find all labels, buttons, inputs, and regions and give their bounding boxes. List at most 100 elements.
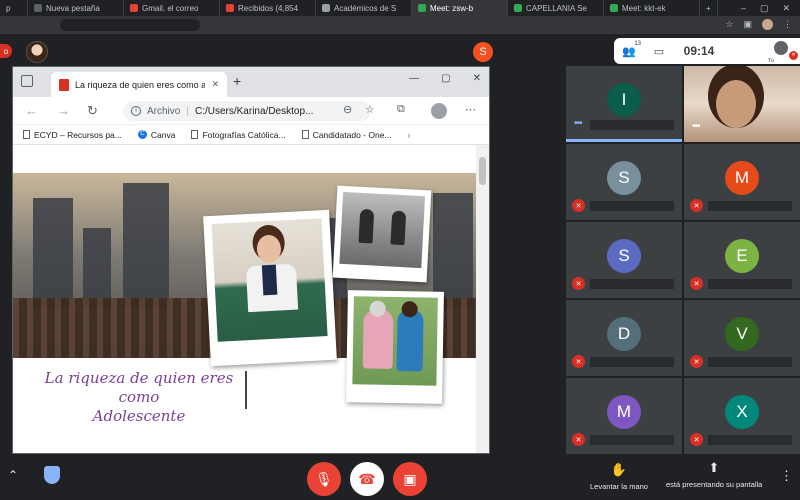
- refresh-icon[interactable]: ↻: [87, 103, 98, 119]
- pdf-scrollbar[interactable]: [476, 145, 489, 453]
- chrome-menu-icon[interactable]: ⋮: [783, 19, 792, 30]
- participant-tile[interactable]: E ✕: [684, 222, 800, 298]
- chat-button[interactable]: ▭: [644, 45, 674, 58]
- participant-tile[interactable]: M ✕: [566, 378, 682, 454]
- participant-tile[interactable]: S ✕: [566, 144, 682, 220]
- participant-tile[interactable]: V ✕: [684, 300, 800, 376]
- bookmark-fotografias[interactable]: Fotografías Católica...: [191, 130, 286, 140]
- browser-tab-label: Meet: kkt-ek: [622, 3, 666, 13]
- bookmark-ecyd[interactable]: ECYD – Recursos pa...: [23, 130, 122, 140]
- scroll-thumb[interactable]: [479, 157, 486, 185]
- bookmarks-more-icon[interactable]: ›: [408, 130, 411, 140]
- muted-mic-icon: ✕: [690, 277, 703, 290]
- participant-name: [708, 201, 792, 211]
- browser-tab[interactable]: Académicos de S: [316, 0, 412, 16]
- people-icon: 👥: [622, 45, 636, 58]
- bookmark-label: Canva: [150, 129, 176, 140]
- camera-off-icon: ▣: [403, 470, 417, 487]
- edge-menu-icon[interactable]: ⋯: [465, 103, 476, 116]
- self-tile[interactable]: ✕ Tú: [764, 38, 800, 64]
- presenting-label: está presentando su pantalla: [666, 480, 763, 489]
- photo-kids-skating: [332, 185, 432, 283]
- edge-window-controls: — ▢ ✕: [409, 73, 481, 84]
- bookmark-label: ECYD – Recursos pa...: [34, 129, 122, 140]
- close-icon[interactable]: ✕: [782, 3, 790, 14]
- browser-tab[interactable]: Nueva pestaña: [28, 0, 124, 16]
- zoom-icon[interactable]: ⊖: [343, 103, 352, 116]
- document-icon: [301, 130, 309, 139]
- meeting-clock: 09:14: [683, 44, 715, 58]
- tab-actions-icon[interactable]: [21, 75, 33, 87]
- self-label: Tú: [768, 58, 774, 64]
- edge-tab-pdf[interactable]: La riqueza de quien eres como a ✕: [51, 72, 227, 97]
- browser-tab[interactable]: Gmail, el correo: [124, 0, 220, 16]
- muted-mic-icon: ✕: [572, 277, 585, 290]
- participant-tile[interactable]: D ✕: [566, 300, 682, 376]
- tab-favicon-icon: [34, 4, 42, 12]
- new-tab-button[interactable]: +: [233, 73, 241, 89]
- window-controls: – ▢ ✕: [741, 3, 800, 14]
- forward-arrow-icon[interactable]: →: [57, 103, 70, 118]
- shared-screen: La riqueza de quien eres como a ✕ + — ▢ …: [12, 66, 490, 454]
- participant-name: [590, 279, 674, 289]
- slide: La riqueza de quien eres como Adolescent…: [13, 173, 476, 433]
- muted-mic-icon: ✕: [690, 355, 703, 368]
- participant-bubble[interactable]: S: [473, 42, 493, 62]
- participant-avatar: D: [607, 317, 641, 351]
- raise-hand-label: Levantar la mano: [590, 482, 648, 491]
- edge-minimize-icon[interactable]: —: [409, 73, 419, 84]
- participant-tile[interactable]: I •••: [566, 66, 682, 142]
- participant-name: [590, 201, 674, 211]
- photo-grandmother: [346, 290, 444, 404]
- edge-maximize-icon[interactable]: ▢: [441, 73, 450, 84]
- chevron-up-icon[interactable]: ⌃: [8, 468, 18, 482]
- extensions-icon[interactable]: ▣: [743, 19, 752, 30]
- bookmarks-bar: ECYD – Recursos pa... C Canva Fotografía…: [13, 125, 489, 145]
- url-separator: |: [186, 105, 189, 117]
- browser-tab[interactable]: Meet: zsw-b: [412, 0, 508, 16]
- browser-tab-label: Meet: zsw-b: [430, 3, 474, 13]
- bookmark-canva[interactable]: C Canva: [137, 129, 176, 140]
- raise-hand-button[interactable]: ✋ Levantar la mano: [587, 462, 651, 491]
- maximize-icon[interactable]: ▢: [760, 3, 769, 14]
- bookmark-star-icon[interactable]: ☆: [725, 19, 733, 30]
- browser-tab[interactable]: Meet: kkt-ek: [604, 0, 700, 16]
- browser-tab[interactable]: Recibidos (4,854: [220, 0, 316, 16]
- back-arrow-icon[interactable]: ←: [25, 103, 38, 118]
- browser-tab[interactable]: p: [0, 0, 28, 16]
- close-tab-icon[interactable]: ✕: [211, 79, 219, 90]
- participant-tile[interactable]: M ✕: [684, 144, 800, 220]
- more-options-icon[interactable]: ⋮: [780, 468, 793, 484]
- participant-tile[interactable]: X ✕: [684, 378, 800, 454]
- bookmark-label: Candidatado - One...: [312, 129, 392, 140]
- new-tab-button[interactable]: +: [700, 0, 718, 16]
- shield-icon[interactable]: [44, 466, 60, 484]
- participant-video-tile[interactable]: •••: [684, 66, 800, 142]
- speaking-indicator-icon: •••: [692, 121, 700, 132]
- edge-url-bar[interactable]: i Archivo | C:/Users/Karina/Desktop...: [123, 101, 371, 121]
- browser-tab-label: CAPELLANIA Se: [526, 3, 587, 13]
- profile-avatar[interactable]: [762, 19, 773, 30]
- browser-address-row: ☆ ▣ ⋮: [0, 16, 800, 34]
- bookmark-candidatado[interactable]: Candidatado - One...: [301, 129, 392, 140]
- url-path: C:/Users/Karina/Desktop...: [194, 105, 314, 117]
- favorite-add-icon[interactable]: ☆: [365, 103, 375, 116]
- minimize-icon[interactable]: –: [741, 3, 746, 14]
- present-button[interactable]: ⬆ está presentando su pantalla: [666, 460, 762, 489]
- browser-tab[interactable]: CAPELLANIA Se: [508, 0, 604, 16]
- browser-tab-label: p: [6, 3, 11, 13]
- toggle-mic-button[interactable]: 🎙: [307, 462, 341, 496]
- collections-icon[interactable]: ⧉: [397, 103, 405, 116]
- people-button[interactable]: 👥 13: [614, 41, 644, 58]
- toggle-camera-button[interactable]: ▣: [393, 462, 427, 496]
- edge-close-icon[interactable]: ✕: [473, 73, 481, 84]
- end-call-button[interactable]: ☎: [350, 462, 384, 496]
- address-bar[interactable]: [60, 19, 200, 31]
- edge-profile-avatar[interactable]: [431, 103, 447, 119]
- participant-name: [590, 357, 674, 367]
- tab-favicon-icon: [130, 4, 138, 12]
- info-icon[interactable]: i: [131, 106, 141, 116]
- tab-favicon-icon: [322, 4, 330, 12]
- participant-tile[interactable]: S ✕: [566, 222, 682, 298]
- canva-icon: C: [137, 130, 147, 139]
